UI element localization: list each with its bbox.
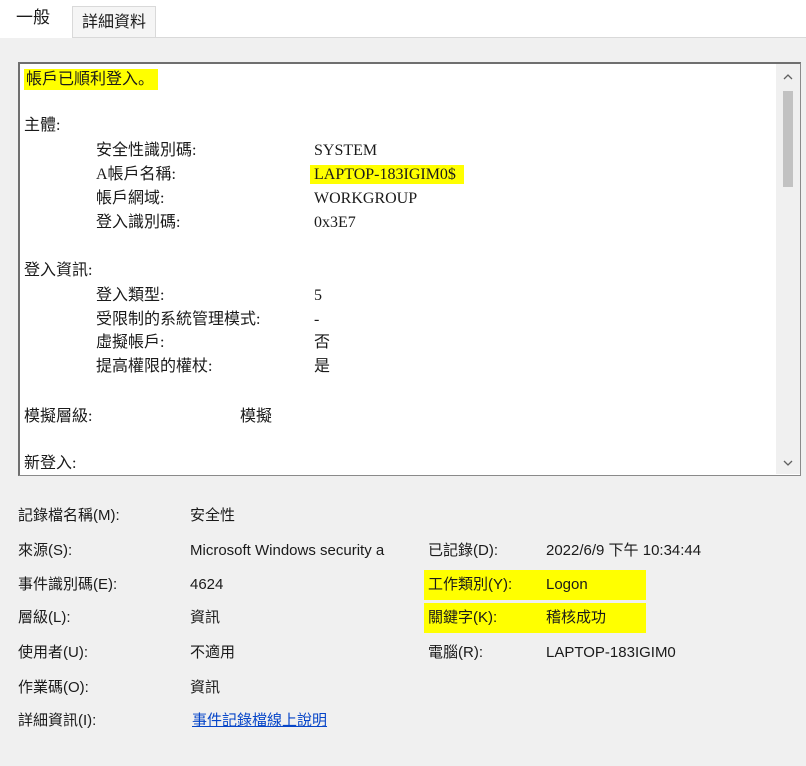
task-category-label: 工作類別(Y):	[428, 576, 513, 593]
task-category-value[interactable]: Logon	[546, 573, 588, 597]
log-name-value[interactable]: 安全性	[190, 504, 235, 528]
user-label: 使用者(U):	[18, 644, 88, 661]
keywords-label: 關鍵字(K):	[428, 609, 498, 626]
tab-details[interactable]: 詳細資料	[72, 6, 157, 38]
source-label: 來源(S):	[18, 542, 73, 559]
more-info-link[interactable]: 事件記錄檔線上說明	[192, 709, 327, 733]
opcode-value[interactable]: 資訊	[190, 676, 220, 700]
logged-label: 已記錄(D):	[428, 542, 498, 559]
level-value[interactable]: 資訊	[190, 606, 220, 630]
event-id-value[interactable]: 4624	[190, 573, 223, 597]
user-value[interactable]: 不適用	[190, 641, 235, 665]
tab-bar: 一般 詳細資料	[0, 0, 806, 38]
more-info-label: 詳細資訊(I):	[18, 712, 97, 729]
computer-value[interactable]: LAPTOP-183IGIM0	[546, 641, 676, 665]
tab-general[interactable]: 一般	[16, 0, 50, 38]
level-label: 層級(L):	[18, 609, 71, 626]
computer-label: 電腦(R):	[428, 644, 483, 661]
opcode-label: 作業碼(O):	[18, 679, 89, 696]
logged-value[interactable]: 2022/6/9 下午 10:34:44	[546, 539, 701, 563]
keywords-value[interactable]: 稽核成功	[546, 606, 606, 630]
event-id-label: 事件識別碼(E):	[18, 576, 118, 593]
log-name-label: 記錄檔名稱(M):	[18, 507, 120, 524]
event-properties: 記錄檔名稱(M): 安全性 來源(S): Microsoft Windows s…	[0, 38, 806, 766]
general-tab-panel: 帳戶已順利登入。 主體: 安全性識別碼: SYSTEM A帳戶名稱: LAPTO…	[0, 38, 806, 766]
source-value[interactable]: Microsoft Windows security a	[190, 539, 422, 563]
